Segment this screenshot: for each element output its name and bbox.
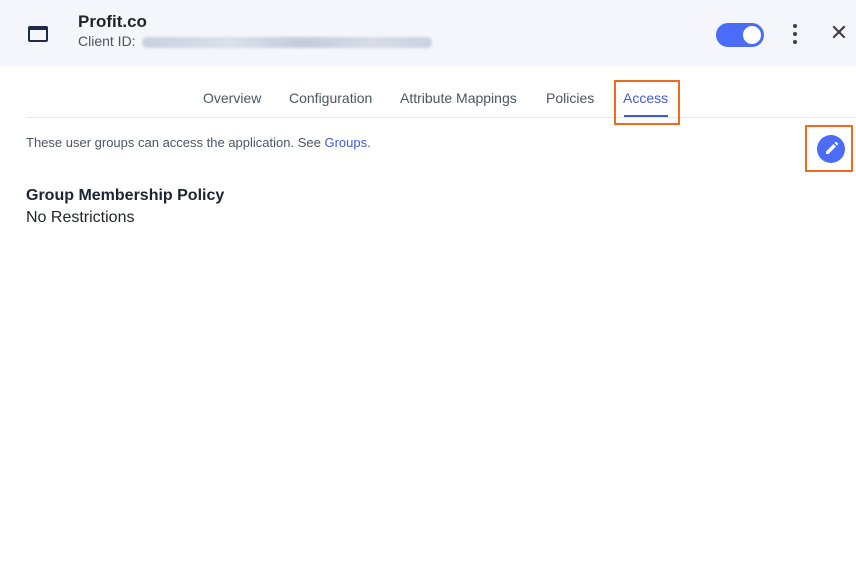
edit-button-highlight: [805, 125, 853, 172]
groups-link[interactable]: Groups: [324, 135, 367, 150]
tab-configuration[interactable]: Configuration: [289, 90, 372, 106]
description-text: These user groups can access the applica…: [26, 135, 325, 150]
tab-attribute-mappings[interactable]: Attribute Mappings: [400, 90, 517, 106]
close-icon[interactable]: ✕: [826, 20, 852, 46]
tab-policies[interactable]: Policies: [546, 90, 594, 106]
access-tab-highlight: [614, 80, 680, 125]
app-title: Profit.co: [78, 12, 147, 31]
access-description: These user groups can access the applica…: [26, 135, 371, 150]
more-options-icon[interactable]: [786, 22, 804, 46]
client-id-label: Client ID:: [78, 33, 136, 49]
client-id: Client ID:: [78, 33, 432, 49]
app-header: Profit.co Client ID: ✕: [0, 0, 856, 66]
description-suffix: .: [367, 135, 371, 150]
section-value: No Restrictions: [26, 209, 135, 226]
toggle-knob: [743, 26, 761, 44]
tab-overview[interactable]: Overview: [203, 90, 261, 106]
window-icon: [28, 26, 48, 42]
tab-bar: Overview Configuration Attribute Mapping…: [26, 80, 856, 118]
section-title: Group Membership Policy: [26, 187, 225, 204]
client-id-value-blurred: [141, 36, 432, 48]
app-enabled-toggle[interactable]: [716, 23, 764, 47]
